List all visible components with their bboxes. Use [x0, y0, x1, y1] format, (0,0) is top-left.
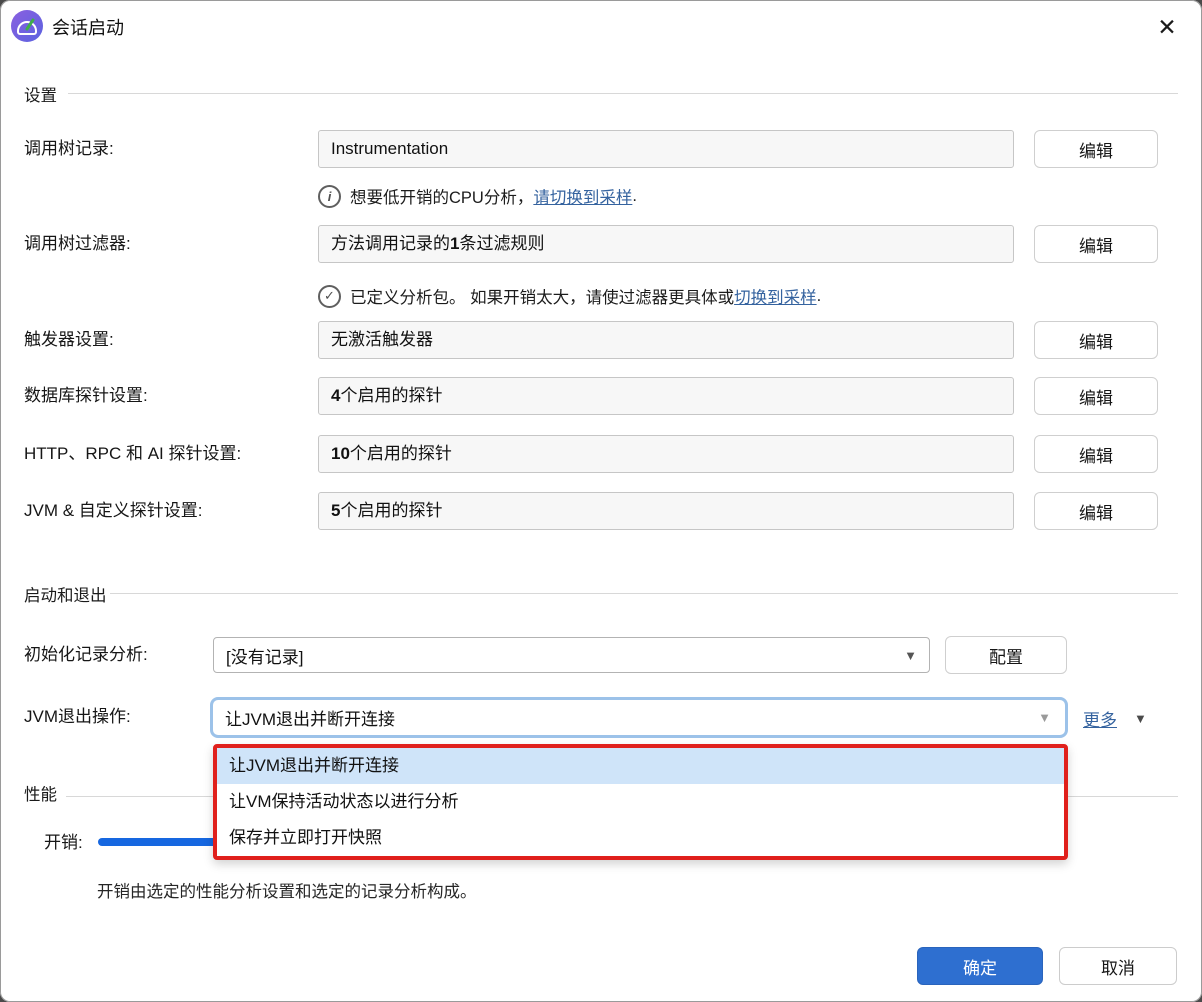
field-text: 无激活触发器 — [331, 330, 433, 349]
call-tree-filters-field: 方法调用记录的1条过滤规则 — [318, 225, 1014, 263]
field-text: 方法调用记录的 — [331, 234, 450, 253]
info-icon: i — [318, 184, 341, 208]
trigger-settings-field: 无激活触发器 — [318, 321, 1014, 359]
field-text: 个启用的探针 — [340, 501, 443, 520]
field-number: 10 — [331, 444, 350, 463]
call-tree-recording-label: 调用树记录: — [24, 139, 114, 158]
jvm-custom-probes-label: JVM & 自定义探针设置: — [24, 501, 203, 520]
field-text: 条过滤规则 — [459, 234, 545, 253]
jvm-exit-action-select[interactable]: 让JVM退出并断开连接 ▼ — [210, 697, 1068, 738]
note-text: 想要低开销的CPU分析， — [350, 189, 534, 207]
check-icon: ✓ — [318, 284, 341, 308]
cpu-info-note: i 想要低开销的CPU分析， 请切换到采样. — [318, 184, 637, 208]
call-tree-recording-field: Instrumentation — [318, 130, 1014, 168]
ok-button[interactable]: 确定 — [917, 947, 1043, 985]
http-rpc-ai-probes-label: HTTP、RPC 和 AI 探针设置: — [24, 444, 242, 463]
switch-to-sampling-link[interactable]: 请切换到采样 — [533, 184, 632, 208]
initial-recording-label: 初始化记录分析: — [24, 645, 148, 664]
selected-value: 让JVM退出并断开连接 — [225, 710, 395, 729]
edit-button[interactable]: 编辑 — [1034, 130, 1158, 168]
dropdown-option[interactable]: 让VM保持活动状态以进行分析 — [217, 784, 1064, 820]
http-rpc-ai-probes-field: 10个启用的探针 — [318, 435, 1014, 473]
jvm-custom-probes-field: 5个启用的探针 — [318, 492, 1014, 530]
session-startup-dialog: 会话启动 ✕ 设置 调用树记录: Instrumentation 编辑 i 想要… — [0, 0, 1202, 1002]
field-text: Instrumentation — [331, 139, 449, 158]
edit-button[interactable]: 编辑 — [1034, 492, 1158, 530]
field-text: 个启用的探针 — [349, 444, 452, 463]
trigger-settings-label: 触发器设置: — [24, 330, 114, 349]
switch-to-sampling-link[interactable]: 切换到采样 — [734, 284, 817, 308]
dropdown-option-selected[interactable]: 让JVM退出并断开连接 — [217, 748, 1064, 784]
titlebar: 会话启动 ✕ — [0, 0, 1202, 52]
note-text: 已定义分析包。 如果开销太大，请使过滤器更具体或 — [350, 289, 735, 307]
note-text: . — [816, 286, 822, 305]
section-settings: 设置 — [24, 87, 57, 105]
edit-button[interactable]: 编辑 — [1034, 321, 1158, 359]
section-startup-exit: 启动和退出 — [24, 587, 107, 605]
initial-recording-select[interactable]: [没有记录] ▼ — [213, 637, 930, 673]
jvm-exit-action-label: JVM退出操作: — [24, 707, 131, 726]
call-tree-filters-label: 调用树过滤器: — [24, 234, 131, 253]
jvm-exit-dropdown-list: 让JVM退出并断开连接 让VM保持活动状态以进行分析 保存并立即打开快照 — [213, 744, 1068, 860]
profiled-packages-note: ✓ 已定义分析包。 如果开销太大，请使过滤器更具体或 切换到采样. — [318, 284, 821, 308]
database-probes-field: 4个启用的探针 — [318, 377, 1014, 415]
overhead-label: 开销: — [44, 833, 83, 852]
note-text: . — [632, 186, 637, 205]
chevron-down-icon: ▼ — [904, 647, 917, 663]
divider — [110, 593, 1178, 594]
chevron-down-icon[interactable]: ▼ — [1134, 711, 1147, 726]
section-performance: 性能 — [24, 786, 57, 804]
dropdown-option[interactable]: 保存并立即打开快照 — [217, 820, 1064, 856]
database-probes-label: 数据库探针设置: — [24, 386, 148, 405]
cancel-button[interactable]: 取消 — [1059, 947, 1177, 985]
window-title: 会话启动 — [52, 18, 124, 38]
more-link[interactable]: 更多 — [1083, 706, 1117, 731]
edit-button[interactable]: 编辑 — [1034, 435, 1158, 473]
chevron-down-icon: ▼ — [1038, 710, 1051, 725]
divider — [68, 93, 1178, 94]
edit-button[interactable]: 编辑 — [1034, 225, 1158, 263]
app-logo-icon — [11, 10, 43, 42]
close-icon[interactable]: ✕ — [1146, 10, 1188, 44]
field-text: 个启用的探针 — [340, 386, 443, 405]
selected-value: [没有记录] — [226, 647, 304, 667]
configure-button[interactable]: 配置 — [945, 636, 1067, 674]
edit-button[interactable]: 编辑 — [1034, 377, 1158, 415]
overhead-note: 开销由选定的性能分析设置和选定的记录分析构成。 — [97, 883, 477, 901]
